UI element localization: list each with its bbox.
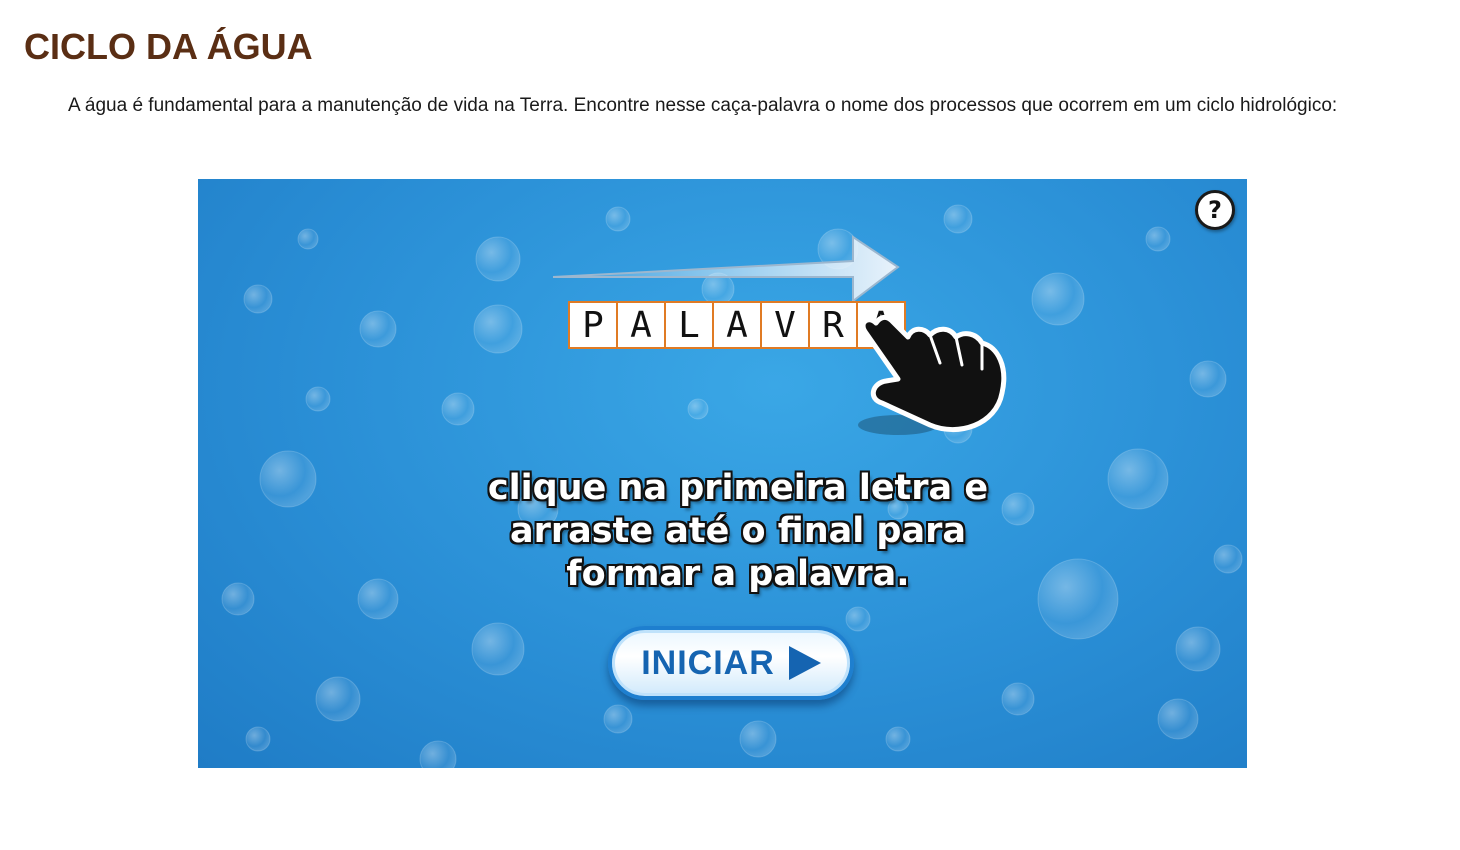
letter-tile: L — [666, 303, 714, 347]
page-title: CICLO DA ÁGUA — [24, 26, 313, 67]
bubble-decoration — [297, 228, 319, 250]
start-button[interactable]: INICIAR — [608, 626, 854, 700]
instruction-line: formar a palavra. — [566, 554, 910, 594]
bubble-decoration — [243, 284, 273, 314]
bubble-decoration — [221, 582, 255, 616]
bubble-decoration — [441, 392, 475, 426]
bubble-decoration — [1107, 448, 1169, 510]
bubble-decoration — [473, 304, 523, 354]
bubble-decoration — [419, 740, 457, 768]
bubble-decoration — [471, 622, 525, 676]
bubble-decoration — [245, 726, 271, 752]
word-search-game[interactable]: ? P A L A V R A clique na primeira letra… — [198, 179, 1247, 768]
bubble-decoration — [1001, 682, 1035, 716]
bubble-decoration — [943, 204, 973, 234]
help-button[interactable]: ? — [1195, 190, 1235, 230]
bubble-decoration — [1157, 698, 1199, 740]
instruction-text: clique na primeira letra e arraste até o… — [438, 467, 1038, 596]
bubble-decoration — [1175, 626, 1221, 672]
bubble-decoration — [1037, 558, 1119, 640]
help-icon: ? — [1208, 196, 1222, 224]
bubble-decoration — [1213, 544, 1243, 574]
pointing-hand-icon — [858, 314, 1007, 435]
bubble-decoration — [315, 676, 361, 722]
letter-tile: A — [714, 303, 762, 347]
letter-tile: A — [618, 303, 666, 347]
bubble-decoration — [605, 206, 631, 232]
bubble-decoration — [687, 398, 709, 420]
instruction-line: clique na primeira letra e — [487, 468, 989, 508]
play-icon — [788, 646, 821, 680]
letter-tile: P — [570, 303, 618, 347]
arrow-right-icon — [553, 235, 900, 304]
bubble-decoration — [259, 450, 317, 508]
letter-tile: V — [762, 303, 810, 347]
bubble-decoration — [603, 704, 633, 734]
bubble-decoration — [885, 726, 911, 752]
bubble-decoration — [739, 720, 777, 758]
example-word-tiles: P A L A V R A — [568, 301, 906, 349]
instruction-line: arraste até o final para — [510, 511, 966, 551]
letter-tile: R — [810, 303, 858, 347]
bubble-decoration — [1145, 226, 1171, 252]
bubble-decoration — [1031, 272, 1085, 326]
bubble-decoration — [359, 310, 397, 348]
bubble-decoration — [305, 386, 331, 412]
bubble-decoration — [1189, 360, 1227, 398]
intro-text: A água é fundamental para a manutenção d… — [68, 95, 1338, 116]
bubble-decoration — [845, 606, 871, 632]
start-button-label: INICIAR — [641, 643, 775, 682]
bubble-decoration — [475, 236, 521, 282]
bubble-decoration — [357, 578, 399, 620]
